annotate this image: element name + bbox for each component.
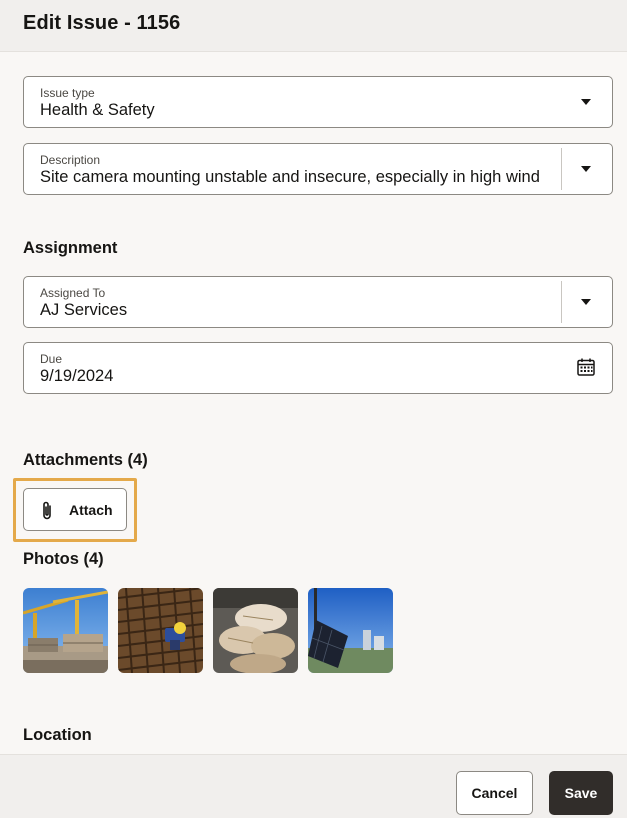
cancel-button[interactable]: Cancel bbox=[456, 771, 533, 815]
photo-thumbnail-solar-panel-camera[interactable] bbox=[308, 588, 393, 673]
description-combobox[interactable]: Description Site camera mounting unstabl… bbox=[23, 143, 613, 195]
due-label: Due bbox=[40, 352, 63, 366]
issue-type-label: Issue type bbox=[40, 86, 95, 100]
attachments-heading: Attachments (4) bbox=[23, 451, 148, 469]
caret-down-icon[interactable] bbox=[581, 166, 591, 172]
photos-heading: Photos (4) bbox=[23, 550, 104, 568]
page-title: Edit Issue - 1156 bbox=[23, 12, 181, 34]
issue-type-select[interactable]: Issue type Health & Safety bbox=[23, 76, 613, 128]
description-label: Description bbox=[40, 153, 101, 167]
field-divider bbox=[561, 281, 562, 323]
field-divider bbox=[561, 148, 562, 190]
caret-down-icon[interactable] bbox=[581, 299, 591, 305]
assignment-heading: Assignment bbox=[23, 239, 118, 257]
calendar-icon[interactable] bbox=[576, 357, 596, 382]
description-value[interactable]: Site camera mounting unstable and insecu… bbox=[40, 168, 540, 187]
paperclip-icon bbox=[39, 500, 55, 527]
due-value[interactable]: 9/19/2024 bbox=[40, 367, 113, 386]
page-header: Edit Issue - 1156 bbox=[0, 0, 627, 52]
issue-type-value: Health & Safety bbox=[40, 101, 155, 119]
photo-thumbnail-construction-cranes[interactable] bbox=[23, 588, 108, 673]
location-heading: Location bbox=[23, 726, 92, 744]
attach-button[interactable]: Attach bbox=[23, 488, 127, 531]
assigned-to-value[interactable]: AJ Services bbox=[40, 301, 127, 320]
assigned-to-combobox[interactable]: Assigned To AJ Services bbox=[23, 276, 613, 328]
save-button[interactable]: Save bbox=[549, 771, 613, 815]
attach-button-label: Attach bbox=[69, 502, 113, 518]
caret-down-icon[interactable] bbox=[581, 99, 591, 105]
photo-thumbnail-sandbags[interactable] bbox=[213, 588, 298, 673]
assigned-to-label: Assigned To bbox=[40, 286, 106, 300]
due-date-input[interactable]: Due 9/19/2024 bbox=[23, 342, 613, 394]
photo-thumbnail-rebar-worker[interactable] bbox=[118, 588, 203, 673]
